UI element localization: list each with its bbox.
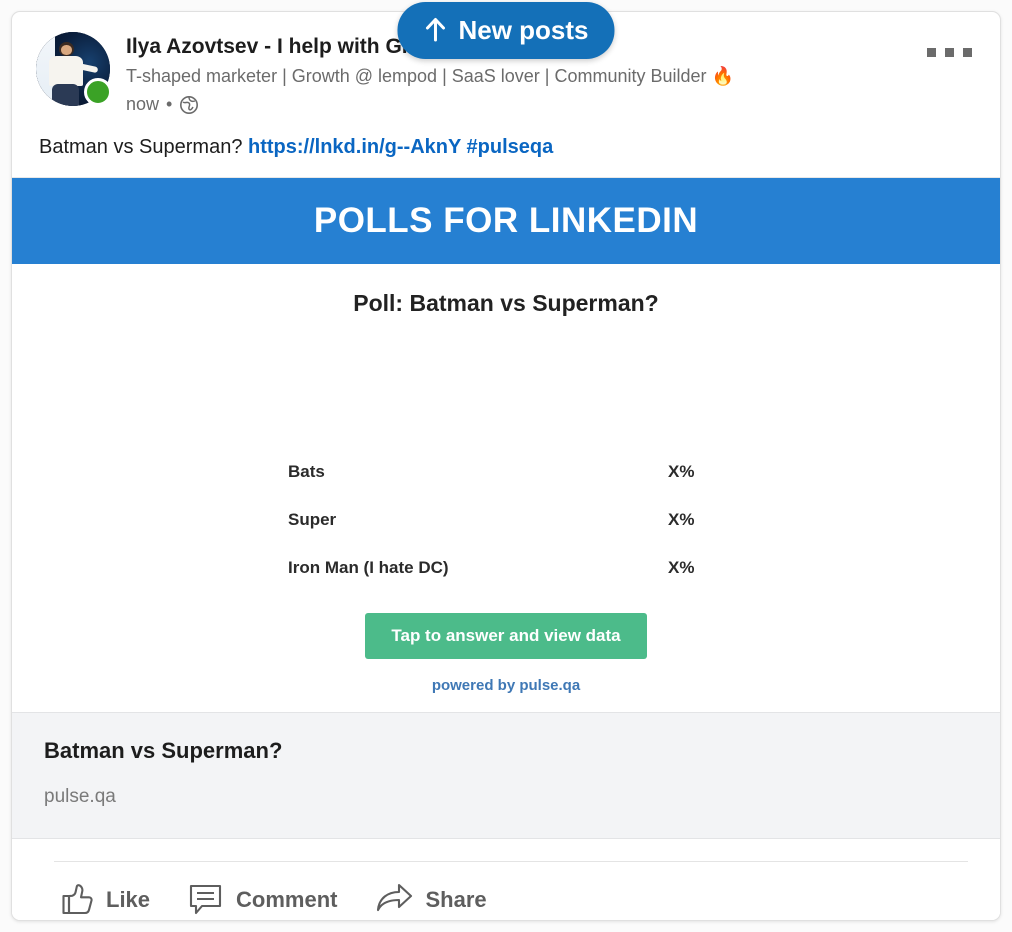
poll-banner: POLLS FOR LINKEDIN bbox=[12, 178, 1000, 265]
ellipsis-dot bbox=[963, 48, 972, 57]
more-options-button[interactable] bbox=[923, 44, 976, 61]
new-posts-label: New posts bbox=[458, 15, 589, 45]
post-meta: now • bbox=[126, 91, 976, 118]
comment-label: Comment bbox=[236, 887, 338, 913]
poll-cta-container: Tap to answer and view data bbox=[12, 613, 1000, 660]
poll-option-label: Iron Man (I hate DC) bbox=[288, 558, 449, 578]
meta-separator: • bbox=[166, 94, 173, 115]
thumbs-up-icon bbox=[60, 882, 96, 919]
share-label: Share bbox=[425, 887, 487, 913]
poll-banner-title: POLLS FOR LINKEDIN bbox=[313, 201, 699, 241]
post-link[interactable]: https://lnkd.in/g--AknY #pulseqa bbox=[248, 136, 553, 158]
ellipsis-dot bbox=[945, 48, 954, 57]
comment-button[interactable]: Comment bbox=[180, 876, 345, 920]
poll-option-percent: X% bbox=[668, 462, 695, 482]
like-button[interactable]: Like bbox=[52, 876, 158, 920]
poll-powered-by: powered by pulse.qa bbox=[431, 677, 581, 695]
online-status-dot bbox=[84, 78, 112, 106]
poll-option-label: Super bbox=[288, 510, 337, 530]
poll-option-percent: X% bbox=[668, 510, 695, 530]
poll-option: Iron Man (I hate DC) X% bbox=[288, 545, 728, 591]
new-posts-button[interactable]: New posts bbox=[397, 2, 615, 59]
share-button[interactable]: Share bbox=[367, 876, 494, 920]
linkedin-post-card: Ilya Azovtsev - I help with Growth 🚀 T-s… bbox=[11, 11, 1001, 921]
poll-option: Bats X% bbox=[288, 449, 728, 495]
post-timestamp: now bbox=[126, 94, 160, 115]
ellipsis-dot bbox=[927, 48, 936, 57]
post-body-text: Batman vs Superman? https://lnkd.in/g--A… bbox=[12, 118, 1000, 177]
arrow-up-icon bbox=[423, 16, 447, 45]
post-text-plain: Batman vs Superman? bbox=[39, 136, 248, 159]
link-preview-title: Batman vs Superman? bbox=[44, 738, 283, 764]
avatar[interactable] bbox=[36, 32, 112, 106]
poll-option-label: Bats bbox=[288, 462, 325, 482]
post-actions-area: Like Comment Share bbox=[12, 860, 1000, 920]
link-preview-domain: pulse.qa bbox=[44, 785, 116, 807]
poll-question: Poll: Batman vs Superman? bbox=[353, 290, 659, 317]
post-action-bar: Like Comment Share bbox=[36, 862, 976, 920]
like-label: Like bbox=[106, 887, 151, 913]
globe-icon bbox=[179, 95, 199, 115]
comment-bubble-icon bbox=[188, 882, 226, 919]
poll-option-percent: X% bbox=[668, 558, 695, 578]
share-arrow-icon bbox=[375, 882, 415, 919]
poll-option: Super X% bbox=[288, 497, 728, 543]
poll-answer-button[interactable]: Tap to answer and view data bbox=[365, 613, 647, 660]
poll-image[interactable]: POLLS FOR LINKEDIN Poll: Batman vs Super… bbox=[12, 177, 1000, 713]
poll-options-list: Bats X% Super X% Iron Man (I hate DC) X% bbox=[284, 449, 728, 591]
author-headline: T-shaped marketer | Growth @ lempod | Sa… bbox=[126, 66, 734, 87]
poll-body: Poll: Batman vs Superman? Bats X% Super … bbox=[12, 264, 1000, 713]
link-preview-card[interactable]: Batman vs Superman? pulse.qa bbox=[12, 712, 1000, 839]
